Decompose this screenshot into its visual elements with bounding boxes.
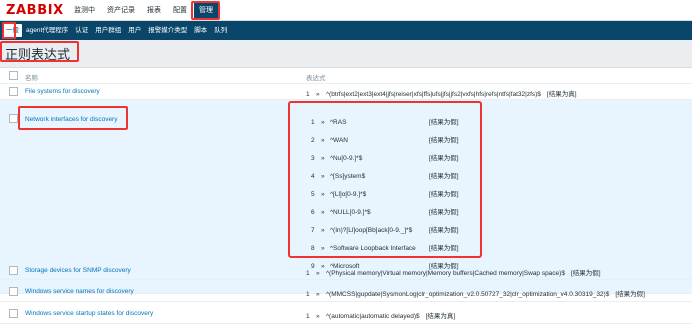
- annotation-box-general: [2, 22, 16, 39]
- regex-name-link[interactable]: Windows service startup states for disco…: [25, 310, 153, 317]
- subnav-queue[interactable]: 队列: [211, 21, 230, 40]
- regex-name-link[interactable]: Storage devices for SNMP discovery: [25, 267, 131, 274]
- expression-line: 1 » ^(automatic|automatic delayed)$ [结果为真]: [306, 310, 455, 320]
- regex-name-link[interactable]: Windows service names for discovery: [25, 288, 134, 295]
- annotation-box-expressions: [288, 101, 482, 258]
- row-checkbox[interactable]: [9, 287, 18, 296]
- expression-line: 1 » ^(Physical memory|Virtual memory|Memor…: [306, 267, 601, 277]
- expression-result: [结果为假]: [615, 291, 645, 298]
- table-row: Windows service startup states for disco…: [0, 302, 692, 324]
- sub-nav: 一般 agent代理程序 认证 用户群组 用户 报警媒介类型 脚本 队列: [0, 21, 692, 40]
- annotation-box-admin: [191, 1, 220, 20]
- select-all-checkbox[interactable]: [9, 71, 18, 80]
- expression-pattern: ^(btrfs|ext2|ext3|ext4|jfs|reiser|xfs|ff…: [326, 91, 541, 98]
- expression-line: 1 » ^(MMCSS|gupdate|SysmonLog|clr_optimiza…: [306, 288, 645, 298]
- expression-result: [结果为假]: [570, 270, 601, 277]
- times-icon: »: [316, 270, 320, 277]
- nav-monitoring[interactable]: 监测中: [69, 0, 100, 21]
- times-icon: »: [316, 291, 320, 298]
- times-icon: »: [316, 313, 320, 320]
- table-header: 名称 表达式: [0, 68, 692, 84]
- expression-number: 1: [306, 270, 310, 277]
- expression-result: [结果为真]: [425, 313, 456, 320]
- zabbix-logo[interactable]: ZABBIX: [6, 2, 64, 19]
- subnav-proxies[interactable]: agent代理程序: [23, 21, 71, 40]
- row-checkbox[interactable]: [9, 114, 18, 123]
- row-checkbox[interactable]: [9, 309, 18, 318]
- annotation-box-network-interfaces: [18, 106, 128, 130]
- top-bar: ZABBIX 监测中 资产记录 报表 配置 管理: [0, 0, 692, 21]
- annotation-box-title: [0, 41, 79, 62]
- expression-pattern: ^(Physical memory|Virtual memory|Memory …: [326, 270, 565, 277]
- subnav-media-types[interactable]: 报警媒介类型: [145, 21, 190, 40]
- expression-line: 1 » ^(btrfs|ext2|ext3|ext4|jfs|reiser|xfs|…: [306, 88, 577, 98]
- subnav-authentication[interactable]: 认证: [72, 21, 91, 40]
- table-row: Windows service names for discovery 1 » ^(…: [0, 280, 692, 302]
- expression-pattern: ^(automatic|automatic delayed)$: [326, 313, 420, 320]
- expression-number: 1: [306, 291, 310, 298]
- subnav-user-groups[interactable]: 用户群组: [92, 21, 124, 40]
- row-checkbox[interactable]: [9, 87, 18, 96]
- subnav-scripts[interactable]: 脚本: [191, 21, 210, 40]
- row-checkbox[interactable]: [9, 266, 18, 275]
- table-footer: [0, 324, 692, 333]
- nav-reports[interactable]: 报表: [142, 0, 166, 21]
- expression-number: 1: [306, 313, 310, 320]
- column-header-name[interactable]: 名称: [25, 72, 38, 82]
- nav-inventory[interactable]: 资产记录: [102, 0, 140, 21]
- expression-number: 1: [306, 91, 310, 98]
- column-header-expressions: 表达式: [306, 75, 326, 82]
- table-row: Storage devices for SNMP discovery 1 » ^(P…: [0, 261, 692, 280]
- subnav-users[interactable]: 用户: [125, 21, 144, 40]
- expression-pattern: ^(MMCSS|gupdate|SysmonLog|clr_optimizati…: [326, 291, 610, 298]
- regex-name-link[interactable]: File systems for discovery: [25, 88, 100, 95]
- expression-result: [结果为真]: [546, 91, 577, 98]
- table-row: File systems for discovery 1 » ^(btrfs|ext…: [0, 84, 692, 100]
- times-icon: »: [316, 91, 320, 98]
- nav-configuration[interactable]: 配置: [168, 0, 192, 21]
